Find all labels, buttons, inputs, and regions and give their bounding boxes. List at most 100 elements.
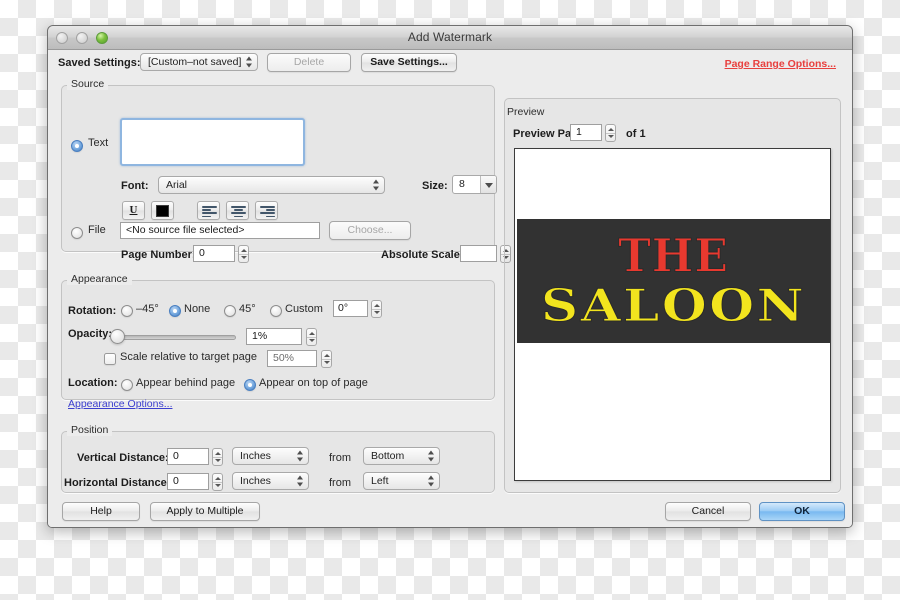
horizontal-unit-dropdown[interactable]: Inches	[232, 472, 309, 490]
vertical-unit-value: Inches	[240, 450, 271, 462]
watermark-text-input[interactable]	[120, 118, 305, 166]
page-range-options-link[interactable]: Page Range Options...	[725, 58, 836, 70]
chevron-updown-icon	[246, 56, 253, 69]
delete-button[interactable]: Delete	[267, 53, 351, 72]
saved-settings-value: [Custom–not saved]	[148, 56, 242, 68]
rotation-custom-input[interactable]: 0°	[333, 300, 368, 317]
window-titlebar: Add Watermark	[48, 26, 852, 50]
vertical-distance-label: Vertical Distance:	[77, 452, 169, 464]
save-settings-button[interactable]: Save Settings...	[361, 53, 457, 72]
watermark-artwork: THE SALOON	[517, 219, 830, 343]
vertical-anchor-value: Bottom	[371, 450, 405, 462]
rotation-45-radio[interactable]	[224, 305, 236, 317]
opacity-slider-track[interactable]	[113, 335, 236, 340]
align-center-icon	[231, 206, 246, 218]
page-number-label: Page Number:	[121, 249, 196, 261]
page-number-input[interactable]: 0	[193, 245, 235, 262]
help-button[interactable]: Help	[62, 502, 140, 521]
scale-relative-checkbox[interactable]	[104, 353, 116, 365]
saved-settings-label: Saved Settings:	[58, 57, 141, 69]
opacity-label: Opacity:	[68, 328, 113, 340]
position-group-title: Position	[67, 424, 113, 436]
location-behind-label: Appear behind page	[136, 377, 236, 389]
ok-button[interactable]: OK	[759, 502, 845, 521]
chevron-updown-icon	[373, 179, 380, 192]
text-color-button[interactable]	[151, 201, 174, 220]
rotation-none-radio[interactable]	[169, 305, 181, 317]
underline-button[interactable]: U	[122, 201, 145, 220]
align-left-icon	[202, 206, 217, 218]
dialog-content: Saved Settings: [Custom–not saved] Delet…	[48, 50, 852, 527]
align-center-button[interactable]	[226, 201, 249, 220]
horizontal-anchor-dropdown[interactable]: Left	[363, 472, 440, 490]
vertical-from-label: from	[329, 452, 351, 464]
scale-relative-stepper[interactable]	[321, 350, 332, 368]
horizontal-distance-stepper[interactable]	[212, 473, 223, 491]
location-behind-radio[interactable]	[121, 379, 133, 391]
chevron-updown-icon	[428, 450, 435, 463]
vertical-distance-stepper[interactable]	[212, 448, 223, 466]
opacity-slider-thumb[interactable]	[110, 329, 125, 344]
artwork-line-saloon: SALOON	[540, 279, 807, 332]
rotation-custom-radio[interactable]	[270, 305, 282, 317]
horizontal-anchor-value: Left	[371, 475, 389, 487]
saved-settings-dropdown[interactable]: [Custom–not saved]	[140, 53, 258, 71]
preview-page-stepper[interactable]	[605, 124, 616, 142]
rotation-minus45-label: –45°	[136, 303, 159, 315]
scale-relative-input[interactable]: 50%	[267, 350, 317, 367]
window-title: Add Watermark	[407, 30, 493, 44]
preview-page-total-label: of 1	[626, 128, 646, 140]
font-dropdown[interactable]: Arial	[158, 176, 385, 194]
opacity-stepper[interactable]	[306, 328, 317, 346]
absolute-scale-input[interactable]	[460, 245, 497, 262]
appearance-group-title: Appearance	[67, 273, 132, 285]
chevron-updown-icon	[297, 475, 304, 488]
add-watermark-window: Add Watermark Saved Settings: [Custom–no…	[47, 25, 853, 528]
opacity-input[interactable]: 1%	[246, 328, 302, 345]
size-label: Size:	[422, 180, 448, 192]
font-size-combo[interactable]: 8	[452, 175, 497, 194]
vertical-unit-dropdown[interactable]: Inches	[232, 447, 309, 465]
chevron-updown-icon	[428, 475, 435, 488]
apply-to-multiple-button[interactable]: Apply to Multiple	[150, 502, 260, 521]
location-label: Location:	[68, 377, 118, 389]
text-source-label: Text	[88, 137, 109, 149]
choose-file-button[interactable]: Choose...	[329, 221, 411, 240]
file-source-label: File	[88, 224, 106, 236]
vertical-distance-input[interactable]: 0	[167, 448, 209, 465]
location-top-label: Appear on top of page	[259, 377, 368, 389]
cancel-button[interactable]: Cancel	[665, 502, 751, 521]
size-value: 8	[459, 178, 465, 190]
font-value: Arial	[166, 179, 188, 191]
horizontal-distance-input[interactable]: 0	[167, 473, 209, 490]
artwork-line-the: THE	[618, 229, 729, 284]
rotation-label: Rotation:	[68, 305, 117, 317]
chevron-down-icon[interactable]	[480, 176, 496, 193]
horizontal-from-label: from	[329, 477, 351, 489]
source-group-title: Source	[67, 78, 109, 90]
preview-page-input[interactable]: 1	[570, 124, 602, 141]
align-right-icon	[260, 206, 275, 218]
file-source-radio[interactable]	[71, 227, 83, 239]
rotation-minus45-radio[interactable]	[121, 305, 133, 317]
source-file-field[interactable]: <No source file selected>	[120, 222, 320, 239]
absolute-scale-label: Absolute Scale:	[381, 249, 464, 261]
align-left-button[interactable]	[197, 201, 220, 220]
underline-icon: U	[129, 204, 138, 216]
location-top-radio[interactable]	[244, 379, 256, 391]
horizontal-distance-label: Horizontal Distance:	[64, 477, 171, 489]
preview-page-canvas: THE SALOON	[514, 148, 831, 481]
page-number-stepper[interactable]	[238, 245, 249, 263]
rotation-45-label: 45°	[239, 303, 256, 315]
color-swatch-icon	[156, 205, 169, 217]
horizontal-unit-value: Inches	[240, 475, 271, 487]
preview-group-title: Preview	[507, 106, 545, 118]
rotation-custom-stepper[interactable]	[371, 300, 382, 318]
align-right-button[interactable]	[255, 201, 278, 220]
scale-relative-label: Scale relative to target page	[120, 351, 257, 363]
font-label: Font:	[121, 180, 149, 192]
rotation-none-label: None	[184, 303, 211, 315]
appearance-options-link[interactable]: Appearance Options...	[68, 398, 172, 410]
text-source-radio[interactable]	[71, 140, 83, 152]
vertical-anchor-dropdown[interactable]: Bottom	[363, 447, 440, 465]
